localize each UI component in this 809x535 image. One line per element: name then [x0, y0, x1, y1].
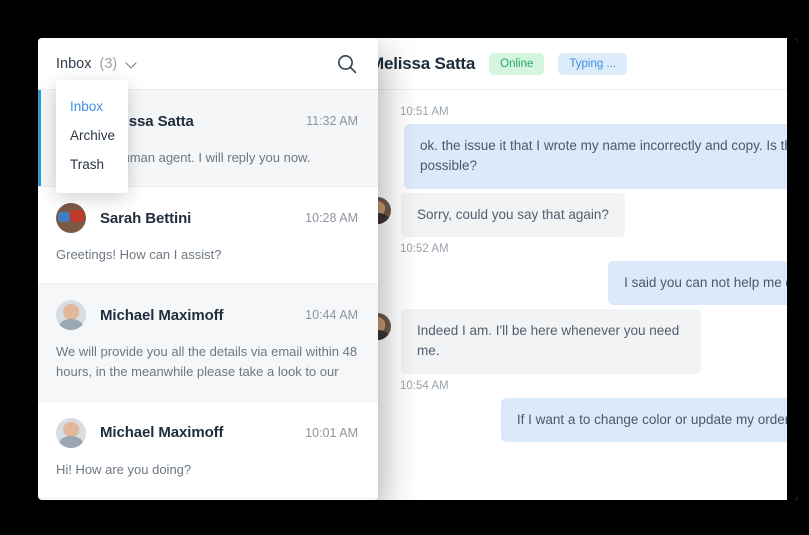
chat-message-list[interactable]: 10:51 AM ok. the issue it that I wrote m…	[352, 90, 798, 500]
avatar	[56, 418, 86, 448]
chat-header: Melissa Satta Online Typing ...	[352, 38, 798, 90]
message-timestamp: 10:52 AM	[400, 243, 786, 255]
status-badge-typing: Typing ...	[558, 53, 627, 75]
list-item-name: Melissa Satta	[100, 113, 306, 130]
list-item-header: Michael Maximoff 10:44 AM	[56, 300, 358, 330]
list-item-time: 10:44 AM	[305, 308, 358, 322]
list-item-name: Sarah Bettini	[100, 210, 305, 227]
list-item[interactable]: Michael Maximoff 10:01 AM Hi! How are yo…	[38, 402, 378, 499]
dropdown-item-trash[interactable]: Trash	[56, 150, 128, 179]
dropdown-item-archive[interactable]: Archive	[56, 121, 128, 150]
message-timestamp: 10:51 AM	[400, 106, 786, 118]
status-badge-online: Online	[489, 53, 544, 75]
avatar	[56, 203, 86, 233]
panel-right-clip	[787, 38, 798, 500]
message-row-outgoing: I said you can not help me due	[364, 261, 786, 305]
message-bubble-outgoing: ok. the issue it that I wrote my name in…	[404, 124, 798, 189]
message-row-outgoing: If I want a to change color or update my…	[364, 398, 786, 442]
message-timestamp: 10:54 AM	[400, 380, 786, 392]
inbox-count: (3)	[99, 56, 117, 72]
inbox-dropdown-menu: Inbox Archive Trash	[56, 80, 128, 193]
list-item-preview: Greetings! How can I assist?	[56, 245, 358, 265]
inbox-label: Inbox	[56, 56, 91, 72]
list-item-name: Michael Maximoff	[100, 307, 305, 324]
list-item-preview: We will provide you all the details via …	[56, 342, 358, 382]
app-stage: Melissa Satta Online Typing ... 10:51 AM…	[0, 0, 809, 535]
list-item-header: Sarah Bettini 10:28 AM	[56, 203, 358, 233]
avatar	[56, 300, 86, 330]
message-bubble-outgoing: If I want a to change color or update my…	[501, 398, 798, 442]
message-bubble-outgoing: I said you can not help me due	[608, 261, 798, 305]
search-icon[interactable]	[336, 53, 358, 75]
message-row-incoming: Indeed I am. I'll be here whenever you n…	[364, 309, 786, 374]
list-item-time: 10:01 AM	[305, 426, 358, 440]
list-item-preview: Hi! How are you doing?	[56, 460, 358, 480]
list-item[interactable]: Michael Maximoff 10:44 AM We will provid…	[38, 284, 378, 401]
message-bubble-incoming: Indeed I am. I'll be here whenever you n…	[401, 309, 701, 374]
chat-contact-name: Melissa Satta	[370, 54, 475, 74]
chat-panel: Melissa Satta Online Typing ... 10:51 AM…	[352, 38, 798, 500]
inbox-dropdown-trigger[interactable]: Inbox (3)	[56, 56, 138, 72]
message-bubble-incoming: Sorry, could you say that again?	[401, 193, 625, 237]
message-row-incoming: Sorry, could you say that again?	[364, 193, 786, 237]
list-item[interactable]: Sarah Bettini 10:28 AM Greetings! How ca…	[38, 187, 378, 284]
list-item-name: Michael Maximoff	[100, 424, 305, 441]
list-item-time: 11:32 AM	[306, 114, 358, 128]
list-item-header: Michael Maximoff 10:01 AM	[56, 418, 358, 448]
dropdown-item-inbox[interactable]: Inbox	[56, 92, 128, 121]
chevron-down-icon	[127, 58, 138, 69]
list-item-time: 10:28 AM	[305, 211, 358, 225]
message-row-outgoing: ok. the issue it that I wrote my name in…	[364, 124, 786, 189]
